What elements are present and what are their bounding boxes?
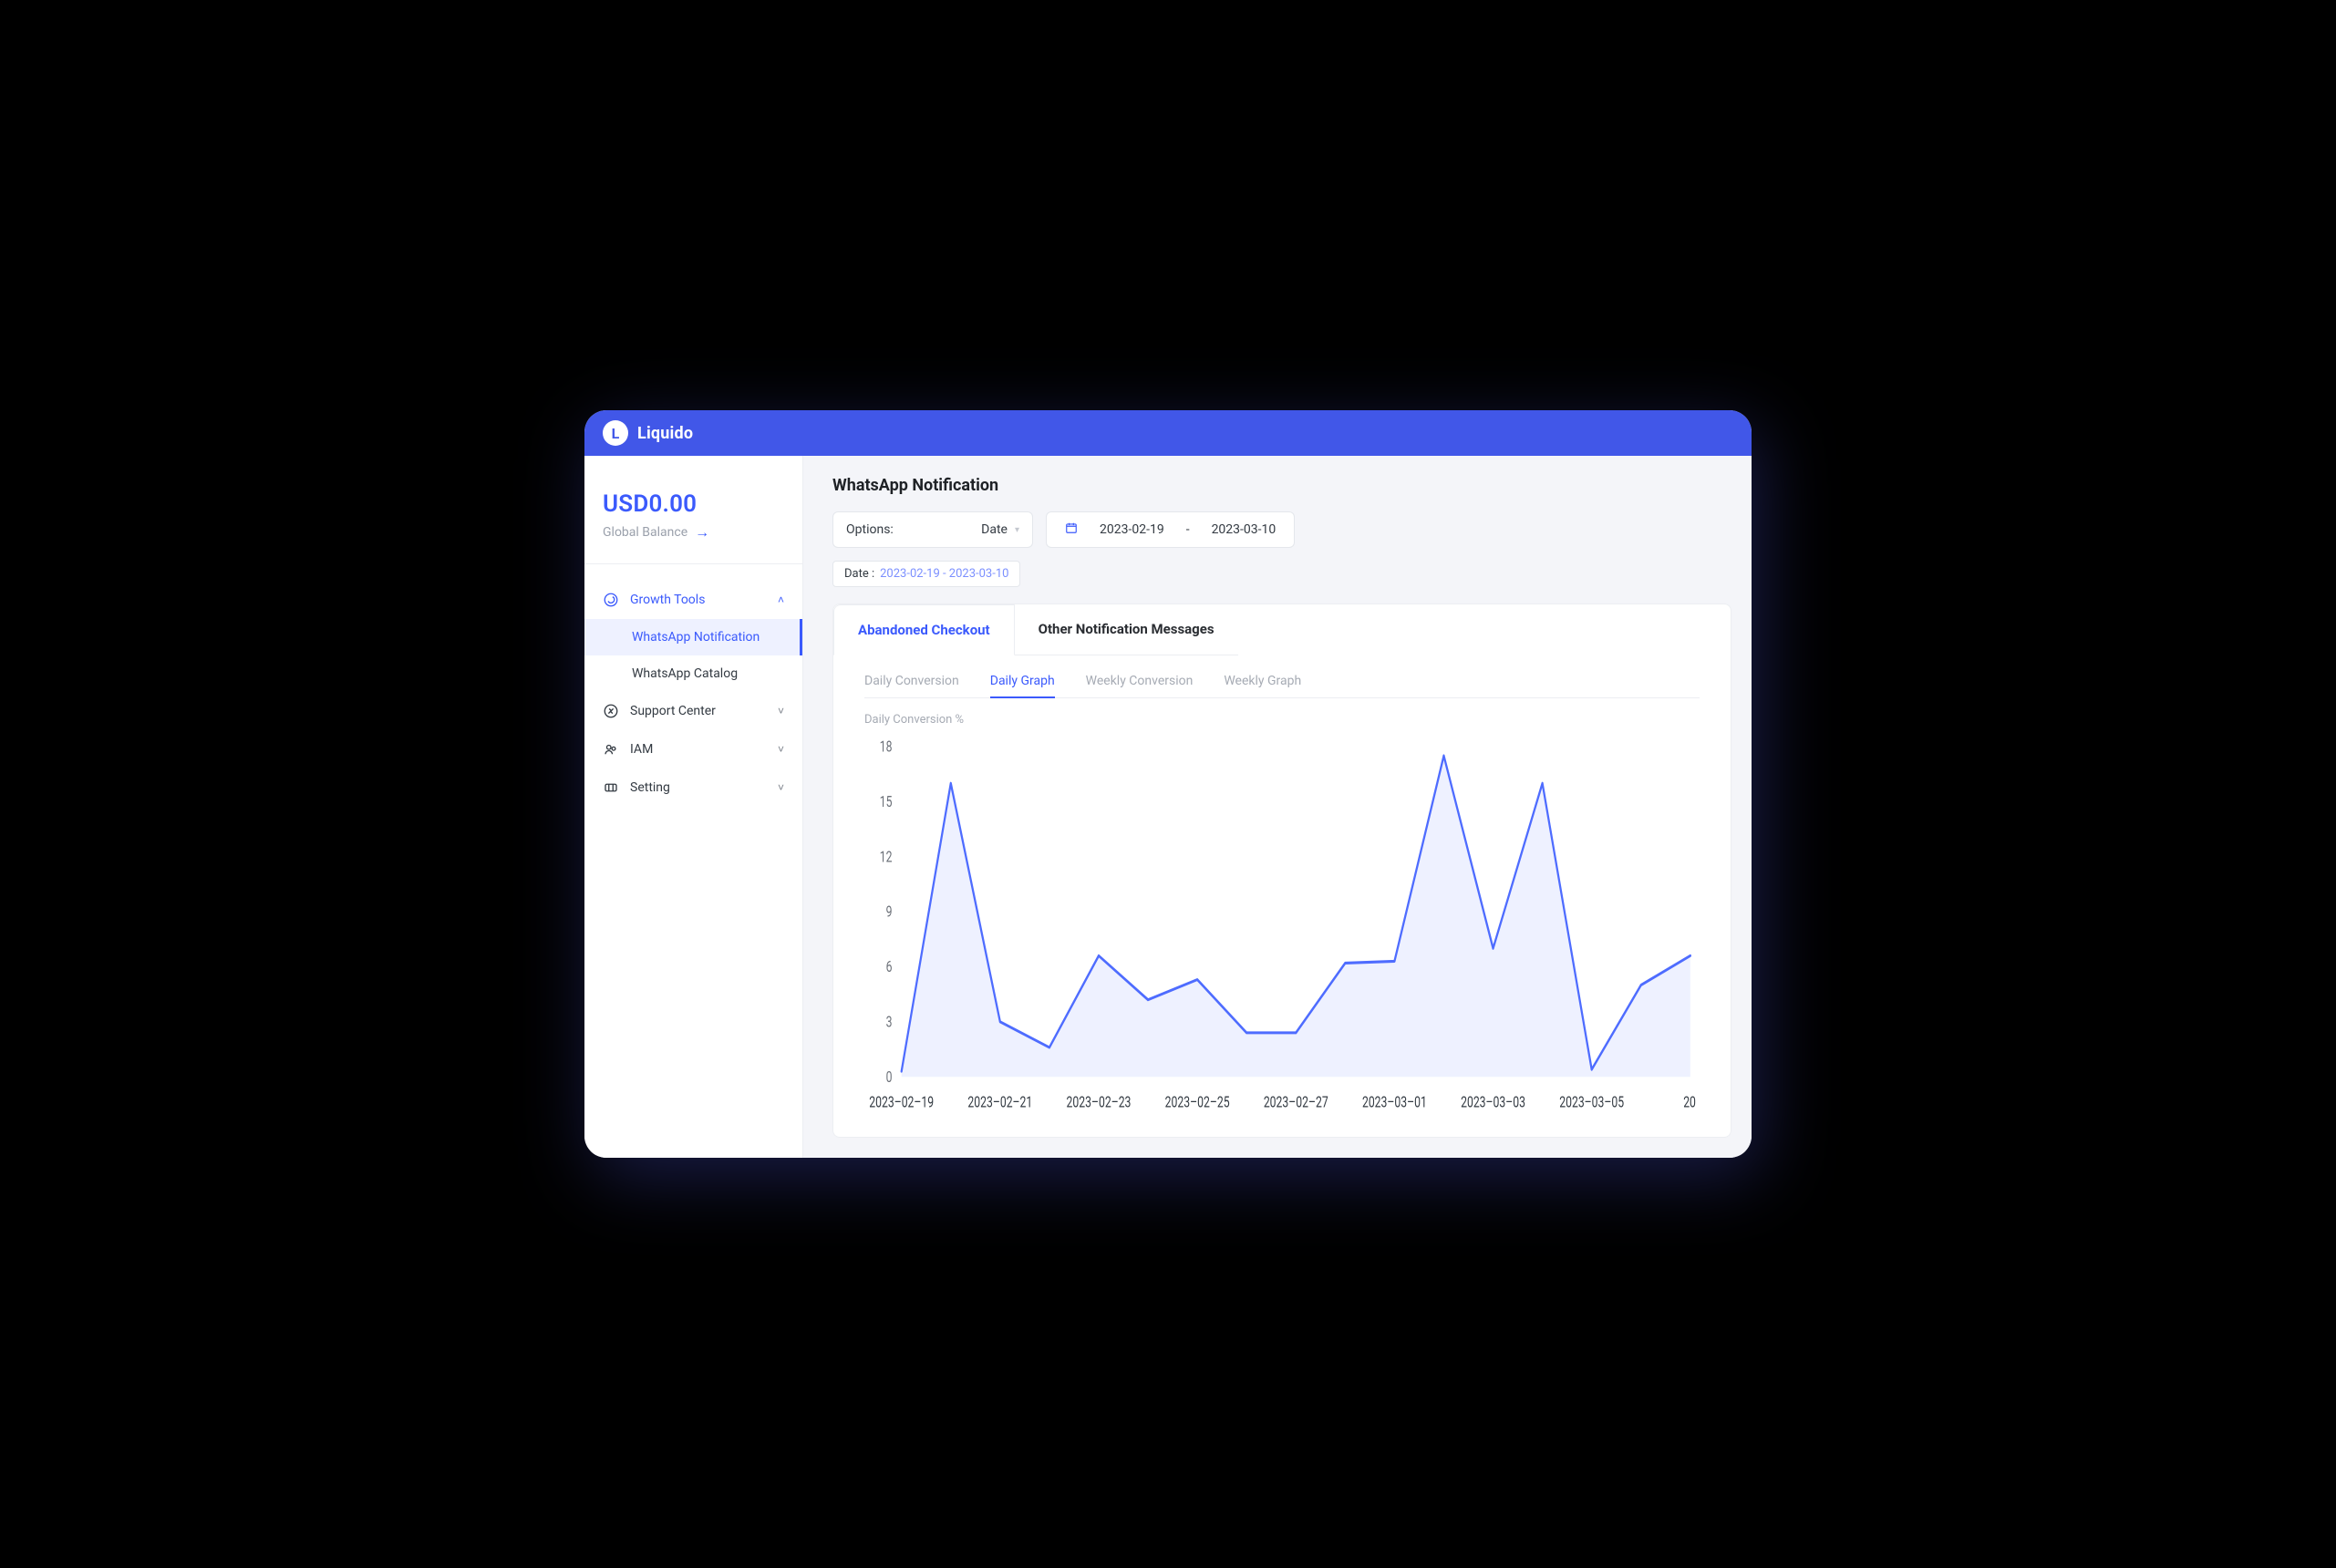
arrow-right-icon: → <box>695 523 709 542</box>
balance-label-row: Global Balance → <box>603 523 784 542</box>
whatsapp-icon <box>603 592 619 608</box>
app-window: L Liquido USD0.00 Global Balance → G <box>584 410 1752 1158</box>
svg-text:2023–02–19: 2023–02–19 <box>869 1093 934 1112</box>
svg-text:12: 12 <box>880 847 893 866</box>
svg-text:2023–02–21: 2023–02–21 <box>967 1093 1032 1112</box>
main-tabs: Abandoned Checkout Other Notification Me… <box>833 604 1731 655</box>
sidebar-group-label: Setting <box>630 780 670 795</box>
chart-title: Daily Conversion % <box>864 713 1700 727</box>
filter-chips-row: Date : 2023-02-19 - 2023-03-10 <box>832 561 1731 587</box>
sidebar-item-label: WhatsApp Catalog <box>632 666 738 681</box>
date-range-picker[interactable]: 2023-02-19 - 2023-03-10 <box>1046 511 1295 548</box>
chevron-down-icon: ˅ <box>778 705 784 717</box>
sub-tab-weekly-graph[interactable]: Weekly Graph <box>1224 674 1301 697</box>
decorative-world-map <box>729 410 1733 456</box>
chart-area: 0 3 6 9 12 15 18 2023–02–19 2023–02–21 2023–02–23… <box>864 734 1700 1115</box>
sub-tab-label: Daily Graph <box>990 674 1055 688</box>
svg-text:0: 0 <box>886 1068 893 1087</box>
line-chart: 0 3 6 9 12 15 18 2023–02–19 2023–02–21 2023–02–23… <box>864 734 1700 1115</box>
main-content: WhatsApp Notification Options: Date ▾ 20… <box>803 456 1752 1158</box>
svg-text:6: 6 <box>886 957 893 976</box>
sub-tab-daily-graph[interactable]: Daily Graph <box>990 674 1055 697</box>
options-select-label: Options: <box>846 522 894 537</box>
filter-chip-date[interactable]: Date : 2023-02-19 - 2023-03-10 <box>832 561 1020 587</box>
sidebar-group-label: IAM <box>630 742 653 757</box>
calendar-icon <box>1065 521 1078 538</box>
sidebar-item-label: WhatsApp Notification <box>632 630 760 645</box>
svg-text:2023–03–05: 2023–03–05 <box>1559 1093 1624 1112</box>
sub-tab-weekly-conversion[interactable]: Weekly Conversion <box>1086 674 1194 697</box>
svg-text:2023–02–25: 2023–02–25 <box>1165 1093 1230 1112</box>
sub-tab-daily-conversion[interactable]: Daily Conversion <box>864 674 959 697</box>
sub-tabs: Daily Conversion Daily Graph Weekly Conv… <box>864 674 1700 698</box>
svg-text:2023–03–01: 2023–03–01 <box>1362 1093 1427 1112</box>
sidebar: USD0.00 Global Balance → Growth Tools ˄ <box>584 456 803 1158</box>
balance-label: Global Balance <box>603 525 687 540</box>
sub-tab-label: Weekly Graph <box>1224 674 1301 688</box>
chevron-up-icon: ˄ <box>778 593 784 606</box>
support-icon <box>603 703 619 719</box>
svg-text:15: 15 <box>880 792 893 811</box>
svg-text:9: 9 <box>886 903 893 922</box>
page-title: WhatsApp Notification <box>832 476 1731 495</box>
date-from: 2023-02-19 <box>1100 522 1164 537</box>
date-to: 2023-03-10 <box>1212 522 1277 537</box>
balance-amount: USD0.00 <box>603 490 784 518</box>
chevron-down-icon: ˅ <box>778 781 784 794</box>
tab-abandoned-checkout[interactable]: Abandoned Checkout <box>833 604 1015 655</box>
sidebar-group-support-center[interactable]: Support Center ˅ <box>584 692 802 730</box>
users-icon <box>603 741 619 758</box>
balance-block[interactable]: USD0.00 Global Balance → <box>584 474 802 564</box>
sidebar-item-whatsapp-catalog[interactable]: WhatsApp Catalog <box>584 655 802 692</box>
sidebar-group-label: Growth Tools <box>630 593 705 607</box>
sub-tab-label: Daily Conversion <box>864 674 959 688</box>
topbar: L Liquido <box>584 410 1752 456</box>
sub-tab-label: Weekly Conversion <box>1086 674 1194 688</box>
tab-label: Abandoned Checkout <box>858 622 990 638</box>
tab-label: Other Notification Messages <box>1039 621 1215 637</box>
brand-logo-icon: L <box>603 420 628 446</box>
ticket-icon <box>603 779 619 796</box>
sidebar-group-setting[interactable]: Setting ˅ <box>584 769 802 807</box>
tab-other-notification-messages[interactable]: Other Notification Messages <box>1015 604 1238 655</box>
svg-text:18: 18 <box>880 738 893 757</box>
filter-row: Options: Date ▾ 2023-02-19 - 2023-03-10 <box>832 511 1731 548</box>
chip-label: Date : <box>844 567 874 581</box>
svg-text:2023–03–03: 2023–03–03 <box>1461 1093 1525 1112</box>
sidebar-group-label: Support Center <box>630 704 716 718</box>
date-separator: - <box>1186 522 1190 537</box>
svg-text:2023–02–23: 2023–02–23 <box>1067 1093 1132 1112</box>
svg-text:3: 3 <box>886 1012 893 1031</box>
svg-text:20: 20 <box>1683 1093 1696 1112</box>
options-select[interactable]: Options: Date ▾ <box>832 511 1033 548</box>
options-select-value: Date <box>981 522 1008 537</box>
svg-text:2023–02–27: 2023–02–27 <box>1264 1093 1328 1112</box>
sidebar-nav: Growth Tools ˄ WhatsApp Notification Wha… <box>584 564 802 807</box>
sidebar-item-whatsapp-notification[interactable]: WhatsApp Notification <box>584 619 802 655</box>
sidebar-group-growth-tools[interactable]: Growth Tools ˄ <box>584 581 802 619</box>
chevron-down-icon: ˅ <box>778 743 784 756</box>
brand-name: Liquido <box>637 424 693 443</box>
chart-panel: Abandoned Checkout Other Notification Me… <box>832 603 1731 1138</box>
sidebar-group-iam[interactable]: IAM ˅ <box>584 730 802 769</box>
chevron-down-icon: ▾ <box>1015 525 1019 535</box>
chip-value: 2023-02-19 - 2023-03-10 <box>880 567 1008 581</box>
